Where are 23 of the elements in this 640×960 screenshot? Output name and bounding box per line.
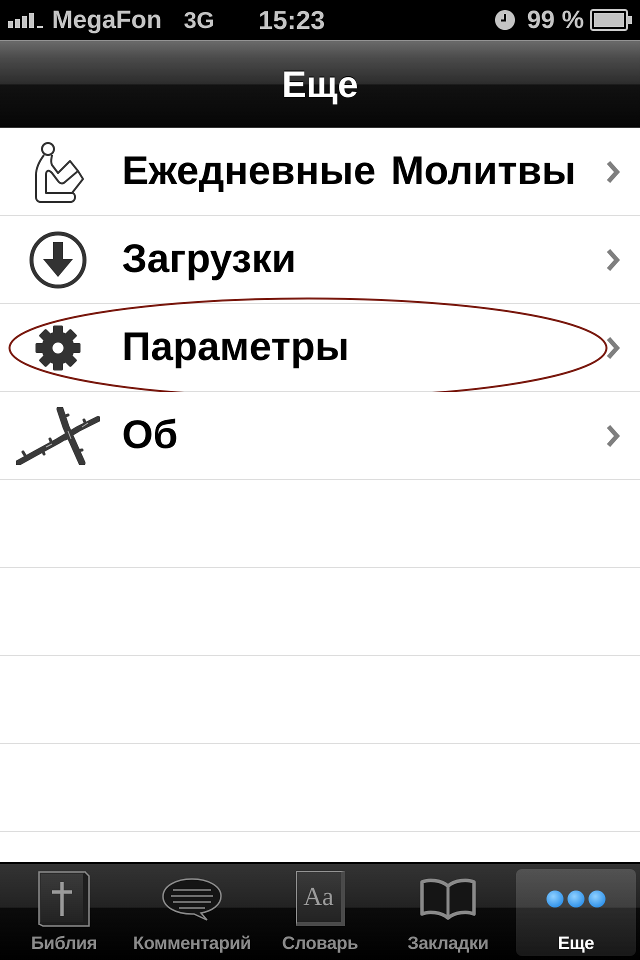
tab-item[interactable]: Библия	[4, 869, 124, 956]
screen-title: Еще	[282, 66, 358, 102]
clock-icon	[495, 10, 516, 30]
book-icon: Aa	[296, 871, 344, 926]
tab-item[interactable]: Закладки	[388, 869, 508, 956]
carrier-name: MegaFon	[52, 8, 162, 32]
speech-bubble-icon	[161, 876, 223, 920]
gear-icon	[35, 324, 81, 370]
chevron-right-icon	[606, 248, 620, 272]
battery-icon	[590, 9, 632, 31]
tab-item[interactable]: Еще	[516, 869, 636, 956]
tab-item[interactable]: Aa Словарь	[260, 869, 380, 956]
chevron-right-icon	[606, 336, 620, 360]
status-time: 15:23	[258, 7, 325, 33]
chevron-right-icon	[606, 160, 620, 184]
network-type: 3G	[184, 8, 214, 32]
chevron-right-icon	[606, 424, 620, 448]
crossed-sticks-icon	[16, 406, 100, 464]
three-dots-icon	[546, 888, 606, 910]
signal-bars-icon	[8, 12, 44, 28]
tab-item[interactable]: Комментарий	[132, 869, 252, 956]
open-book-icon	[419, 878, 477, 920]
battery-percent: 99 %	[527, 8, 584, 32]
